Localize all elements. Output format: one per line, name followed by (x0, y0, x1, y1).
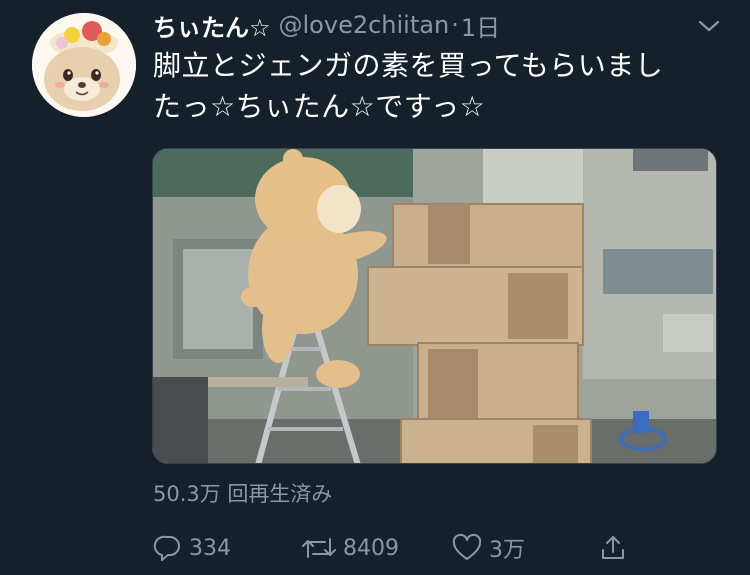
otter-mascot-avatar-image (32, 13, 136, 117)
retweet-count: 8409 (343, 535, 399, 561)
retweet-button[interactable]: 8409 (301, 530, 399, 566)
display-name[interactable]: ちぃたん☆ (153, 8, 271, 43)
tweet-text: 脚立とジェンガの素を買ってもらいまし たっ☆ちぃたん☆ですっ☆ (153, 45, 713, 127)
chevron-down-icon[interactable] (697, 16, 721, 36)
video-thumbnail-image (153, 149, 716, 463)
heart-icon (452, 533, 482, 560)
share-button[interactable] (598, 530, 634, 566)
like-count: 3万 (489, 538, 525, 563)
view-count: 50.3万 回再生済み (153, 482, 333, 506)
reply-count: 334 (189, 535, 231, 561)
video-media[interactable] (152, 148, 717, 464)
tweet-text-line: たっ☆ちぃたん☆ですっ☆ (153, 90, 486, 123)
retweet-icon (302, 538, 336, 558)
tweet-header: ちぃたん☆ @love2chiitan · 1日 (153, 8, 500, 42)
tweet-text-line: 脚立とジェンガの素を買ってもらいまし (153, 49, 664, 82)
timestamp[interactable]: 1日 (461, 8, 500, 43)
reply-icon (153, 535, 180, 561)
avatar[interactable] (32, 13, 136, 117)
user-handle[interactable]: @love2chiitan (279, 11, 450, 39)
reply-button[interactable]: 334 (153, 530, 231, 566)
tweet-card[interactable]: ちぃたん☆ @love2chiitan · 1日 脚立とジェンガの素を買ってもら… (0, 0, 750, 575)
like-button[interactable]: 3万 (451, 530, 525, 566)
separator-dot: · (451, 11, 459, 39)
share-icon (602, 536, 624, 559)
tweet-actions: 334 8409 3万 (153, 530, 713, 566)
